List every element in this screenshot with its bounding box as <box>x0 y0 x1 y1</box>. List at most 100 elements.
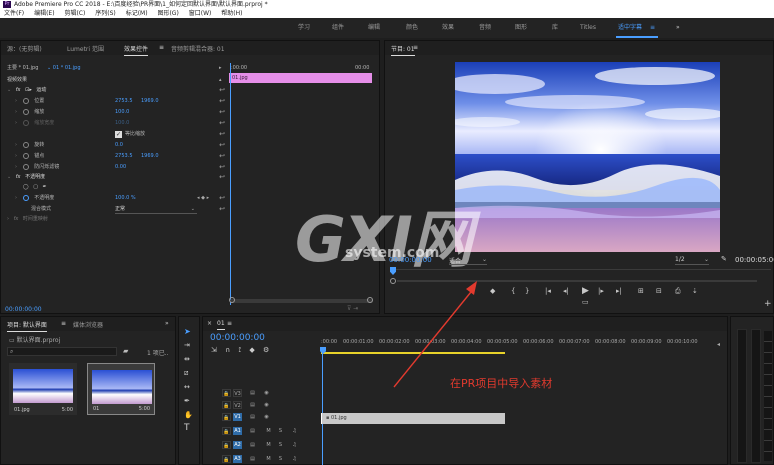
wrench-icon[interactable]: ◂ <box>717 341 720 348</box>
stopwatch-icon[interactable] <box>22 97 29 104</box>
fx-badge-icon[interactable]: fx <box>16 174 21 180</box>
blend-mode-select[interactable]: 正常 ⌄ <box>115 206 197 214</box>
play-triangle-icon[interactable]: ▸ <box>219 63 222 74</box>
export-frame-camera-icon[interactable]: ⎙ <box>675 287 681 295</box>
stopwatch-icon[interactable] <box>22 108 29 115</box>
scale-value[interactable]: 100.0 <box>115 107 129 118</box>
project-menu-icon[interactable]: ≡ <box>61 320 66 327</box>
program-timecode[interactable]: 00:00:00:00 <box>389 256 432 264</box>
menu-file[interactable]: 文件(F) <box>4 10 24 17</box>
master-clip-label[interactable]: 主要 * 01.jpg <box>7 63 38 74</box>
tab-sequence[interactable]: 01 <box>217 320 225 330</box>
project-item-thumbnail[interactable]: 01 5:00 <box>87 363 155 415</box>
ripple-edit-tool-icon[interactable]: ⇹ <box>184 355 190 363</box>
solo-button[interactable]: S <box>276 441 285 449</box>
filter-icon[interactable]: ⊽ ⇥ <box>347 305 358 312</box>
anchor-y-value[interactable]: 1969.0 <box>141 151 159 162</box>
timeline-timecode[interactable]: 00:00:00:00 <box>210 333 265 343</box>
film-icon[interactable]: ▤ <box>248 401 257 409</box>
reset-icon[interactable]: ↩ <box>219 85 225 96</box>
film-icon[interactable]: ▤ <box>248 441 257 449</box>
position-y-value[interactable]: 1969.0 <box>141 96 159 107</box>
play-button-icon[interactable]: ▶ <box>582 287 589 296</box>
mute-button[interactable]: M <box>264 427 273 435</box>
motion-effect-row[interactable]: ⌄ fx ⊡▸ 运动 ↩ <box>7 85 229 96</box>
track-label[interactable]: A1 <box>233 427 242 435</box>
more-workspaces-icon[interactable]: » <box>676 18 680 38</box>
mark-in-icon[interactable]: { <box>511 287 515 295</box>
step-forward-icon[interactable]: |▸ <box>598 287 604 295</box>
solo-button[interactable]: S <box>276 427 285 435</box>
tab-media-browser[interactable]: 媒体浏览器 <box>73 320 103 329</box>
stopwatch-icon[interactable] <box>22 194 29 201</box>
timeline-clip[interactable]: ▪ 01.jpg <box>321 413 505 424</box>
expand-triangle-icon[interactable]: ⌄ <box>7 85 11 96</box>
track-label[interactable]: V2 <box>233 401 242 409</box>
film-icon[interactable]: ▤ <box>248 455 257 463</box>
clip-selector[interactable]: ⌄ 01 * 01.jpg <box>47 63 81 74</box>
razor-tool-icon[interactable]: ⧄ <box>184 369 188 378</box>
tab-lumetri-scopes[interactable]: Lumetri 范围 <box>67 44 104 53</box>
tab-effect-controls[interactable]: 效果控件 <box>124 44 149 56</box>
eye-icon[interactable]: ◉ <box>262 401 271 409</box>
pen-tool-icon[interactable]: ✒ <box>184 397 190 405</box>
expand-triangle-icon[interactable]: ⌄ <box>7 172 11 183</box>
effect-controls-menu-icon[interactable]: ≡ <box>159 44 164 51</box>
keyframe-add-icon[interactable]: ◆ <box>201 195 205 201</box>
tab-audio-clip-mixer[interactable]: 音频剪辑混合器: 01 <box>171 44 225 53</box>
film-icon[interactable]: ▤ <box>248 427 257 435</box>
mic-icon[interactable]: ♫ <box>290 427 299 435</box>
menu-marker[interactable]: 标记(M) <box>126 10 148 17</box>
film-icon[interactable]: ▤ <box>248 389 257 397</box>
menu-graphics[interactable]: 图形(G) <box>157 10 178 17</box>
menu-help[interactable]: 帮助(H) <box>221 10 242 17</box>
program-preview-image[interactable] <box>455 62 720 252</box>
expand-triangle-icon[interactable]: › <box>15 107 17 118</box>
eye-icon[interactable]: ◉ <box>262 389 271 397</box>
reset-icon[interactable]: ↩ <box>219 140 225 151</box>
reset-icon[interactable]: ↩ <box>219 193 225 204</box>
lock-icon[interactable]: 🔒 <box>222 427 231 435</box>
tab-program[interactable]: 节目: 01 <box>391 44 415 56</box>
stopwatch-icon[interactable] <box>22 152 29 159</box>
lock-icon[interactable]: 🔒 <box>222 389 231 397</box>
stopwatch-icon[interactable] <box>22 163 29 170</box>
snap-icon[interactable]: ∩ <box>225 346 230 354</box>
new-bin-icon[interactable]: ▰ <box>123 347 128 355</box>
scroll-handle-left[interactable] <box>229 297 235 303</box>
stopwatch-icon[interactable] <box>22 141 29 148</box>
add-marker-icon[interactable]: ◆ <box>490 287 495 295</box>
film-icon[interactable]: ▤ <box>248 413 257 421</box>
keyframe-next-icon[interactable]: ▸ <box>207 195 210 201</box>
step-back-icon[interactable]: ◂| <box>563 287 569 295</box>
expand-triangle-icon[interactable]: › <box>15 151 17 162</box>
reset-icon[interactable]: ↩ <box>219 118 225 129</box>
add-marker-icon[interactable]: ◆ <box>249 346 254 354</box>
mute-button[interactable]: M <box>264 455 273 463</box>
resolution-select[interactable]: 1/2 ⌄ <box>675 256 709 265</box>
timeline-settings-icon[interactable]: ⚙ <box>263 346 269 354</box>
tab-source[interactable]: 源：(无剪辑) <box>7 44 42 53</box>
reset-icon[interactable]: ↩ <box>219 129 225 140</box>
more-tabs-icon[interactable]: » <box>165 320 169 327</box>
settings-wrench-icon[interactable]: ✎ <box>721 255 727 263</box>
linked-selection-icon[interactable]: ⟟ <box>238 346 241 354</box>
expand-triangle-icon[interactable]: › <box>7 214 9 225</box>
tab-project[interactable]: 项目: 默认界面 <box>7 320 47 332</box>
lock-icon[interactable]: 🔒 <box>222 401 231 409</box>
mic-icon[interactable]: ♫ <box>290 455 299 463</box>
workspace-assembly[interactable]: 组件 <box>332 18 344 38</box>
reset-icon[interactable]: ↩ <box>219 96 225 107</box>
workspace-editing[interactable]: 编辑 <box>368 18 380 38</box>
reset-icon[interactable]: ↩ <box>219 107 225 118</box>
expand-triangle-icon[interactable]: › <box>15 140 17 151</box>
anchor-x-value[interactable]: 2753.5 <box>115 151 133 162</box>
project-item-thumbnail[interactable]: 01.jpg 5:00 <box>9 363 77 415</box>
type-tool-icon[interactable]: T <box>184 423 190 433</box>
eye-icon[interactable]: ◉ <box>262 413 271 421</box>
add-button-icon[interactable]: + <box>764 300 772 309</box>
track-label[interactable]: V3 <box>233 389 242 397</box>
track-label[interactable]: A3 <box>233 455 242 463</box>
project-search-input[interactable]: ⌕ <box>7 347 117 356</box>
time-remap-row[interactable]: › fx 时间重映射 <box>7 214 229 225</box>
